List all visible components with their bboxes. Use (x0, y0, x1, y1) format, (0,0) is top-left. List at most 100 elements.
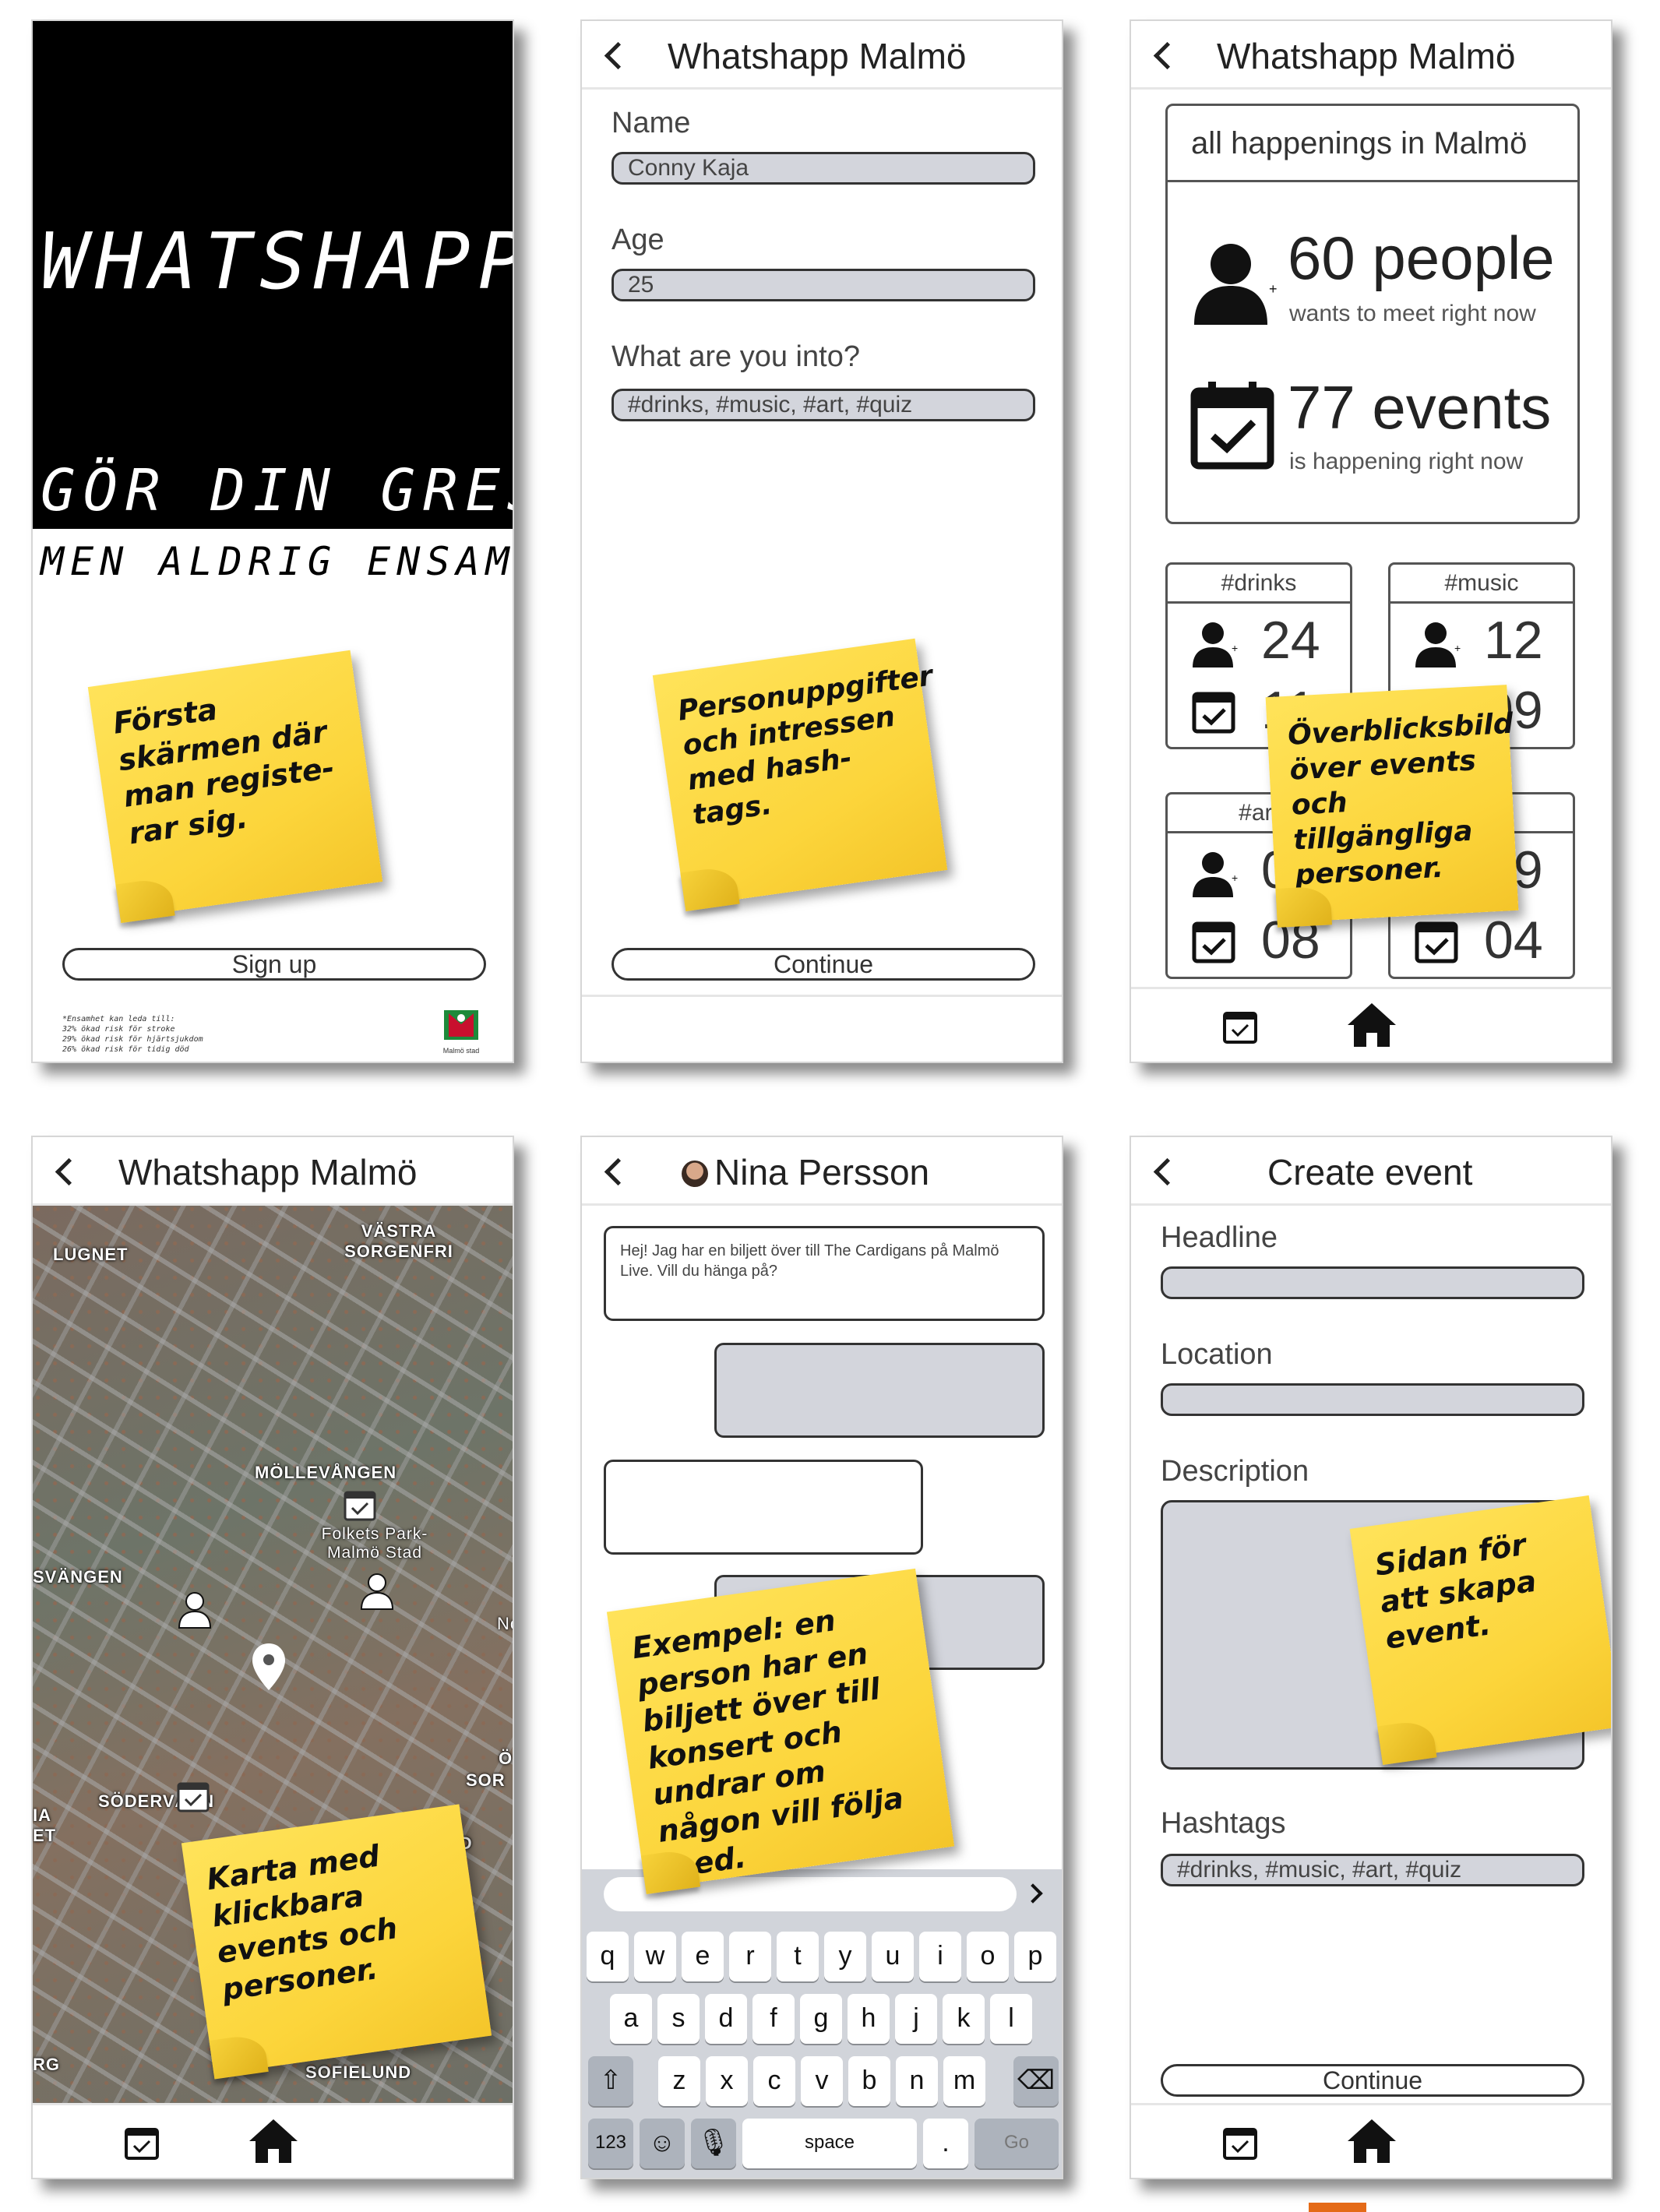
person-pin-icon[interactable] (360, 1572, 399, 1611)
headline-field[interactable] (1161, 1266, 1584, 1299)
map-label: LUGNET (53, 1245, 129, 1264)
person-add-icon: + (1193, 852, 1238, 897)
continue-button[interactable]: Continue (1161, 2064, 1584, 2097)
back-button[interactable] (602, 33, 633, 77)
location-pin-icon[interactable] (251, 1642, 287, 1692)
people-number: 24 (1261, 611, 1320, 670)
key-s[interactable]: s (657, 1994, 700, 2044)
continue-button[interactable]: Continue (611, 948, 1035, 981)
microphone-key[interactable]: 🎙 (691, 2119, 736, 2168)
home-icon[interactable] (1346, 1002, 1397, 1048)
footnote-line: 29% ökad risk för hjärtsjukdom (62, 1035, 203, 1044)
calendar-check-icon[interactable] (1221, 2124, 1259, 2161)
home-icon[interactable] (1346, 2118, 1397, 2164)
events-subtitle: is happening right now (1289, 449, 1524, 474)
key-e[interactable]: e (682, 1932, 724, 1981)
shift-key[interactable]: ⇧ (588, 2056, 633, 2106)
tagline: GÖR DIN GREJ (41, 457, 514, 524)
interests-field[interactable]: #drinks, #music, #art, #quiz (611, 389, 1035, 421)
corner-mark (1309, 2203, 1366, 2212)
age-label: Age (611, 224, 664, 256)
space-key[interactable]: space (742, 2119, 917, 2168)
key-w[interactable]: w (634, 1932, 676, 1981)
event-calendar-icon[interactable] (176, 1779, 210, 1813)
key-n[interactable]: n (896, 2056, 938, 2106)
key-m[interactable]: m (943, 2056, 985, 2106)
key-h[interactable]: h (848, 1994, 890, 2044)
name-field[interactable]: Conny Kaja (611, 152, 1035, 185)
sticky-note: Exempel: en person har en biljett över t… (606, 1568, 955, 1890)
sticky-note: Första skärmen där man registe-rar sig. (87, 650, 383, 919)
event-calendar-icon[interactable] (343, 1488, 377, 1522)
summary-card[interactable]: all happenings in Malmö + 60 people want… (1165, 104, 1580, 524)
message-bubble: Hej! Jag har en biljett över till The Ca… (604, 1226, 1045, 1321)
backspace-key[interactable]: ⌫ (1013, 2056, 1059, 2106)
back-button[interactable] (1151, 1150, 1182, 1193)
key-y[interactable]: y (824, 1932, 866, 1981)
back-button[interactable] (53, 1150, 84, 1193)
key-c[interactable]: c (753, 2056, 795, 2106)
key-p[interactable]: p (1014, 1932, 1056, 1981)
key-z[interactable]: z (658, 2056, 700, 2106)
logo-text: Malmö stad (442, 1047, 480, 1055)
header: Create event (1131, 1137, 1611, 1206)
people-number: 12 (1484, 611, 1543, 670)
location-field[interactable] (1161, 1383, 1584, 1416)
app-title: WHATSHAPP (41, 216, 514, 307)
bottom-divider (582, 995, 1062, 997)
header: Whatshapp Malmö (1131, 21, 1611, 90)
person-add-icon: + (1193, 622, 1238, 667)
key-i[interactable]: i (919, 1932, 961, 1981)
key-x[interactable]: x (706, 2056, 748, 2106)
screen-profile: Whatshapp Malmö Name Conny Kaja Age 25 W… (580, 19, 1063, 1063)
sticky-note: Personuppgifter och intressen med hash-t… (652, 638, 948, 907)
numbers-key[interactable]: 123 (588, 2119, 633, 2168)
back-button[interactable] (602, 1150, 633, 1193)
emoji-key[interactable]: ☺ (640, 2119, 685, 2168)
person-add-icon: + (1415, 622, 1461, 667)
sticky-note: Karta med klickbara events och personer. (181, 1804, 492, 2075)
key-o[interactable]: o (967, 1932, 1009, 1981)
send-button[interactable] (1023, 1882, 1049, 1908)
hashtags-label: Hashtags (1161, 1807, 1286, 1840)
key-f[interactable]: f (752, 1994, 795, 2044)
chevron-right-icon (1023, 1883, 1043, 1904)
key-r[interactable]: r (729, 1932, 771, 1981)
key-l[interactable]: l (990, 1994, 1032, 2044)
key-j[interactable]: j (895, 1994, 937, 2044)
back-button[interactable] (1151, 33, 1182, 77)
key-d[interactable]: d (705, 1994, 747, 2044)
calendar-check-icon (1192, 692, 1235, 734)
map-label: Folkets Park-Malmö Stad (321, 1525, 428, 1562)
key-b[interactable]: b (848, 2056, 890, 2106)
message-bubble-outgoing (714, 1343, 1045, 1438)
tag-title: #drinks (1168, 565, 1350, 604)
tab-bar (1131, 2103, 1611, 2178)
people-count: 60 people (1288, 224, 1555, 292)
map-label: RG (33, 2055, 60, 2074)
key-u[interactable]: u (872, 1932, 914, 1981)
calendar-check-icon[interactable] (1221, 1008, 1259, 1045)
key-q[interactable]: q (587, 1932, 629, 1981)
person-pin-icon[interactable] (178, 1590, 217, 1629)
events-count: 77 events (1288, 373, 1552, 442)
key-t[interactable]: t (777, 1932, 819, 1981)
malmo-crest-icon (444, 1010, 478, 1040)
screen-chat: Nina Persson Hej! Jag har en biljett öve… (580, 1136, 1063, 2179)
key-v[interactable]: v (801, 2056, 843, 2106)
map-label: SOR (466, 1770, 506, 1790)
calendar-check-icon (1415, 921, 1458, 963)
microphone-icon: 🎙 (696, 2128, 731, 2157)
signup-button[interactable]: Sign up (62, 948, 486, 981)
go-key[interactable]: Go (975, 2119, 1059, 2168)
calendar-check-icon[interactable] (123, 2124, 160, 2161)
header-title: Create event (1267, 1152, 1473, 1192)
key-k[interactable]: k (943, 1994, 985, 2044)
key-g[interactable]: g (800, 1994, 842, 2044)
period-key[interactable]: . (923, 2119, 968, 2168)
key-a[interactable]: a (610, 1994, 652, 2044)
header-title: Whatshapp Malmö (118, 1152, 418, 1192)
age-field[interactable]: 25 (611, 269, 1035, 301)
home-icon[interactable] (248, 2118, 299, 2164)
hashtags-field[interactable]: #drinks, #music, #art, #quiz (1161, 1854, 1584, 1886)
